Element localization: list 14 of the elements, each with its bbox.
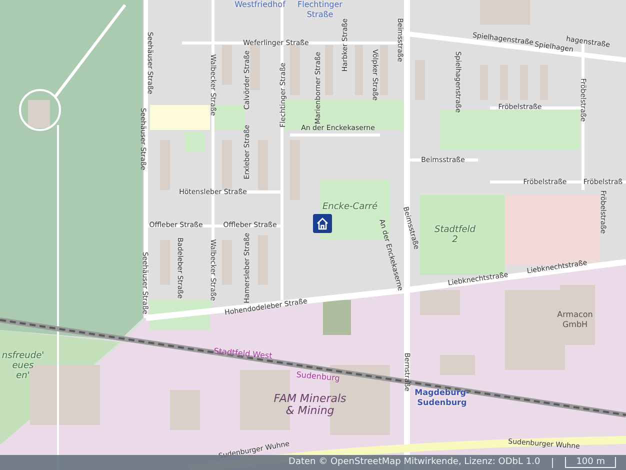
company-label: FAM Minerals & Mining [274, 393, 346, 417]
district-label: Stadtfeld West [213, 346, 273, 362]
station-label: Magdeburg- Sudenburg [414, 388, 470, 408]
place-label: Flechtinger Straße [298, 0, 342, 19]
location-marker-button[interactable] [313, 214, 332, 233]
area-label: nsfreude' eues en' [2, 351, 44, 381]
place-label: Westfriedhof [234, 0, 286, 10]
area-label: Stadtfeld 2 [434, 225, 476, 245]
scale-bar: 100 m [565, 457, 616, 468]
area-label: Encke-Carré [322, 202, 378, 212]
attribution-text: Daten © OpenStreetMap Mitwirkende, Lizenz: ODbL 1.0 [288, 456, 540, 469]
district-label: Sudenburg [296, 370, 340, 384]
building-label: Armacon GmbH [557, 310, 593, 330]
home-icon [316, 217, 329, 230]
